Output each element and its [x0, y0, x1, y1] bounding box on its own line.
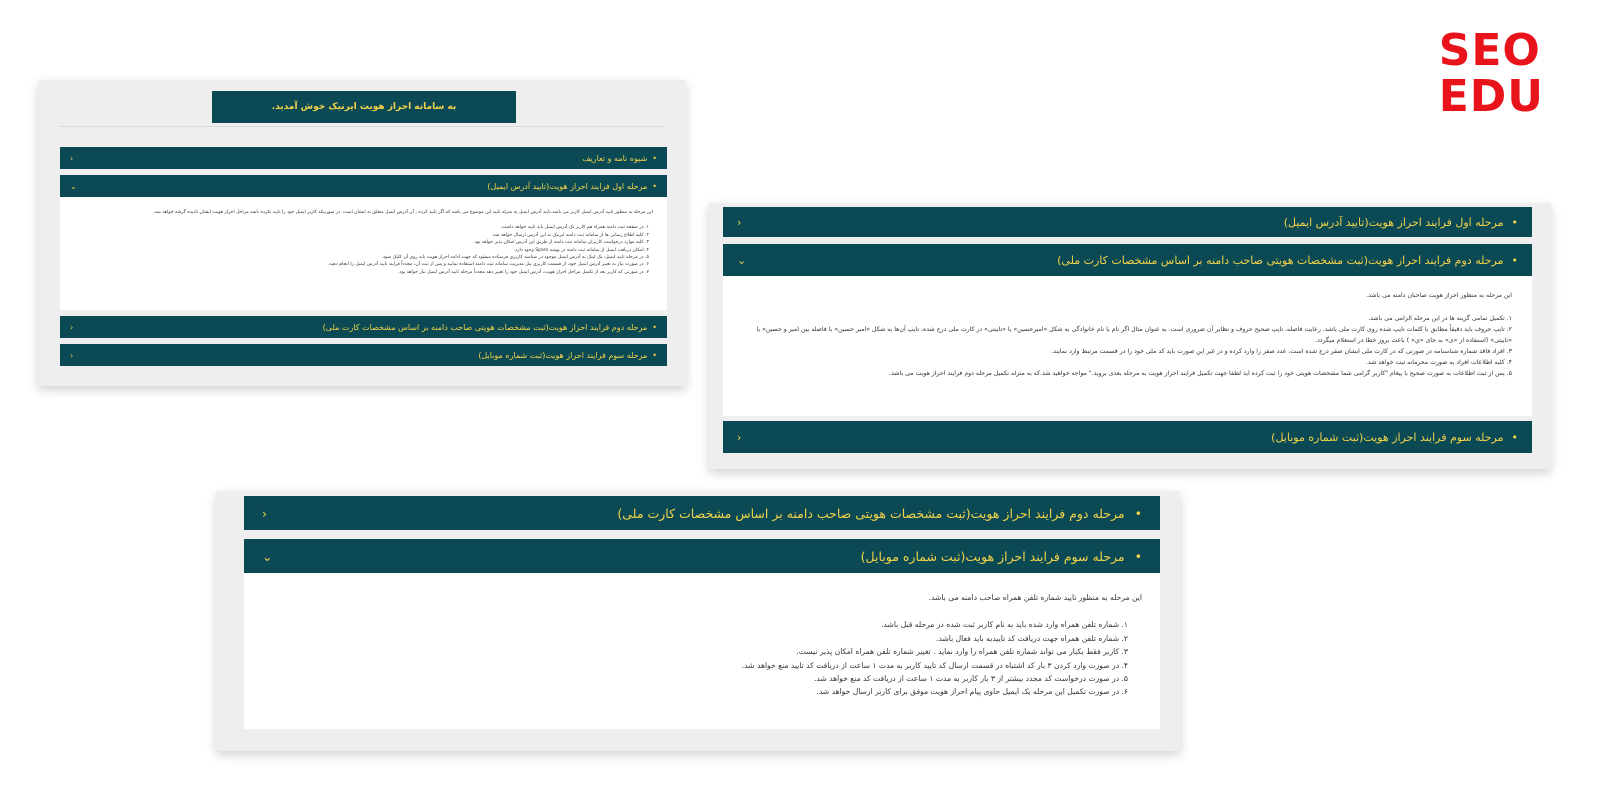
chevron-down-icon: ⌄ [737, 253, 747, 267]
accordion-label: مرحله اول فرایند احراز هویت(تایید آدرس ا… [487, 181, 648, 191]
bullet-icon: • [1511, 430, 1519, 444]
body-list: ۱. شماره تلفن همراه وارد شده باید به نام… [262, 618, 1142, 698]
accordion-label: مرحله سوم فرایند احراز هویت(ثبت شماره مو… [478, 350, 648, 360]
list-item: ۱. تکمیل تمامی گزینه ها در این مرحله الز… [1368, 315, 1512, 322]
list-item: ۳. کلیه موارد درخواست کاربران سامانه ثبت… [473, 240, 649, 246]
accordion-step3[interactable]: • مرحله سوم فرایند احراز هویت(ثبت شماره … [244, 539, 1160, 573]
accordion-step1[interactable]: • مرحله اول فرایند احراز هویت(تایید آدرس… [60, 175, 667, 197]
list-item: ۳. کاربر فقط یکبار می تواند شماره تلفن ه… [796, 647, 1128, 657]
logo-line-2: EDU [1438, 71, 1544, 122]
list-item: ۳. افراد فاقد شماره شناسنامه در صورتی که… [1051, 348, 1512, 355]
accordion-label: مرحله دوم فرایند احراز هویت(ثبت مشخصات ه… [322, 322, 648, 332]
panel-3-screenshot: • مرحله دوم فرایند احراز هویت(ثبت مشخصات… [216, 491, 1180, 751]
accordion-step2[interactable]: • مرحله دوم فرایند احراز هویت(ثبت مشخصات… [60, 316, 667, 338]
list-item: ۲. کلیه اطلاع رسانی ها از سامانه ثبت دام… [491, 232, 649, 238]
list-item: ۴. امکان دریافت ایمیل از سامانه ثبت دامن… [513, 247, 649, 253]
logo-line-1: SEO [1438, 25, 1541, 76]
accordion-label: مرحله سوم فرایند احراز هویت(ثبت شماره مو… [1271, 430, 1504, 444]
body-intro: این مرحله به منظور تایید شماره تلفن همرا… [928, 593, 1142, 602]
welcome-text: به سامانه احراز هویت ایرنیک خوش آمدید. [271, 102, 457, 112]
bullet-icon: • [1511, 215, 1519, 229]
chevron-left-icon: ‹ [737, 215, 742, 229]
accordion-step3[interactable]: • مرحله سوم فرایند احراز هویت(ثبت شماره … [60, 344, 667, 366]
accordion-label: مرحله سوم فرایند احراز هویت(ثبت شماره مو… [860, 548, 1125, 564]
accordion-step2-body: این مرحله به منظور احراز هویت صاحبان دام… [723, 276, 1532, 416]
chevron-left-icon: ‹ [70, 322, 74, 332]
chevron-down-icon: ⌄ [262, 548, 273, 564]
list-item: ۵. در صورت درخواست کد مجدد بیشتر از ۳ با… [813, 674, 1128, 684]
bullet-icon: • [652, 322, 657, 332]
panel-2-screenshot: • مرحله اول فرایند احراز هویت(تایید آدرس… [709, 203, 1551, 469]
bullet-icon: • [1134, 505, 1142, 521]
accordion-step3[interactable]: • مرحله سوم فرایند احراز هویت(ثبت شماره … [723, 421, 1532, 453]
body-list: ۱. تکمیل تمامی گزینه ها در این مرحله الز… [743, 313, 1513, 379]
chevron-left-icon: ‹ [262, 505, 267, 521]
accordion-step2[interactable]: • مرحله دوم فرایند احراز هویت(ثبت مشخصات… [723, 244, 1532, 276]
seo-edu-logo: SEO EDU [1439, 28, 1544, 120]
list-item: ۴. در صورت وارد کردن ۳ بار کد اشتباه در … [741, 660, 1128, 670]
chevron-left-icon: ‹ [70, 350, 74, 360]
list-item: ۱. در صفحه ثبت دامنه همراه هم کاربر یک آ… [500, 225, 649, 231]
list-item: ۵. در مرحله تایید ایمیل، یک لینک به آدرس… [381, 255, 649, 261]
list-item: ۴. کلیه اطلاعات افراد به صورت محرمانه ثب… [1365, 359, 1512, 366]
list-item: ۵. پس از ثبت اطلاعات به صورت صحیح با پیغ… [889, 370, 1512, 377]
bullet-icon: • [652, 181, 657, 191]
body-list: ۱. در صفحه ثبت دامنه همراه هم کاربر یک آ… [74, 224, 653, 276]
bullet-icon: • [652, 153, 657, 163]
list-item: ۷. در صورتی که کاربر بعد از تکمیل مراحل … [397, 269, 649, 275]
bullet-icon: • [1511, 253, 1519, 267]
chevron-down-icon: ⌄ [70, 181, 77, 191]
body-intro: این مرحله به منظور احراز هویت صاحبان دام… [1366, 292, 1512, 299]
list-item: ۶. در صورت تکمیل این مرحله یک ایمیل حاوی… [816, 687, 1128, 697]
list-item: ۶. در صورت نیاز به تغییر آدرس ایمیل خود،… [328, 262, 649, 268]
chevron-left-icon: ‹ [70, 153, 74, 163]
body-intro: این مرحله به منظور تایید آدرس ایمیل کارب… [153, 210, 653, 215]
chevron-left-icon: ‹ [737, 430, 742, 444]
list-item: ۲. شماره تلفن همراه جهت دریافت کد تاییدب… [936, 633, 1128, 643]
accordion-label: مرحله اول فرایند احراز هویت(تایید آدرس ا… [1283, 215, 1504, 229]
accordion-label: مرحله دوم فرایند احراز هویت(ثبت مشخصات ه… [1057, 253, 1504, 267]
panel-1-screenshot: به سامانه احراز هویت ایرنیک خوش آمدید. •… [38, 80, 686, 386]
accordion-step1-body: این مرحله به منظور تایید آدرس ایمیل کارب… [60, 197, 667, 310]
accordion-step1[interactable]: • مرحله اول فرایند احراز هویت(تایید آدرس… [723, 207, 1532, 237]
accordion-label: شیوه نامه و تعاریف [582, 153, 648, 163]
welcome-banner: به سامانه احراز هویت ایرنیک خوش آمدید. [212, 91, 516, 123]
accordion-guidelines[interactable]: • شیوه نامه و تعاریف ‹ [60, 147, 667, 169]
bullet-icon: • [1134, 548, 1142, 564]
list-item: ۲. تایپ حروف باید دقیقاً مطابق با کلمات … [756, 326, 1513, 344]
list-item: ۱. شماره تلفن همراه وارد شده باید به نام… [881, 620, 1128, 630]
accordion-label: مرحله دوم فرایند احراز هویت(ثبت مشخصات ه… [617, 505, 1125, 521]
bullet-icon: • [652, 350, 657, 360]
accordion-step2[interactable]: • مرحله دوم فرایند احراز هویت(ثبت مشخصات… [244, 496, 1160, 530]
divider [60, 126, 664, 127]
accordion-step3-body: این مرحله به منظور تایید شماره تلفن همرا… [244, 573, 1160, 729]
